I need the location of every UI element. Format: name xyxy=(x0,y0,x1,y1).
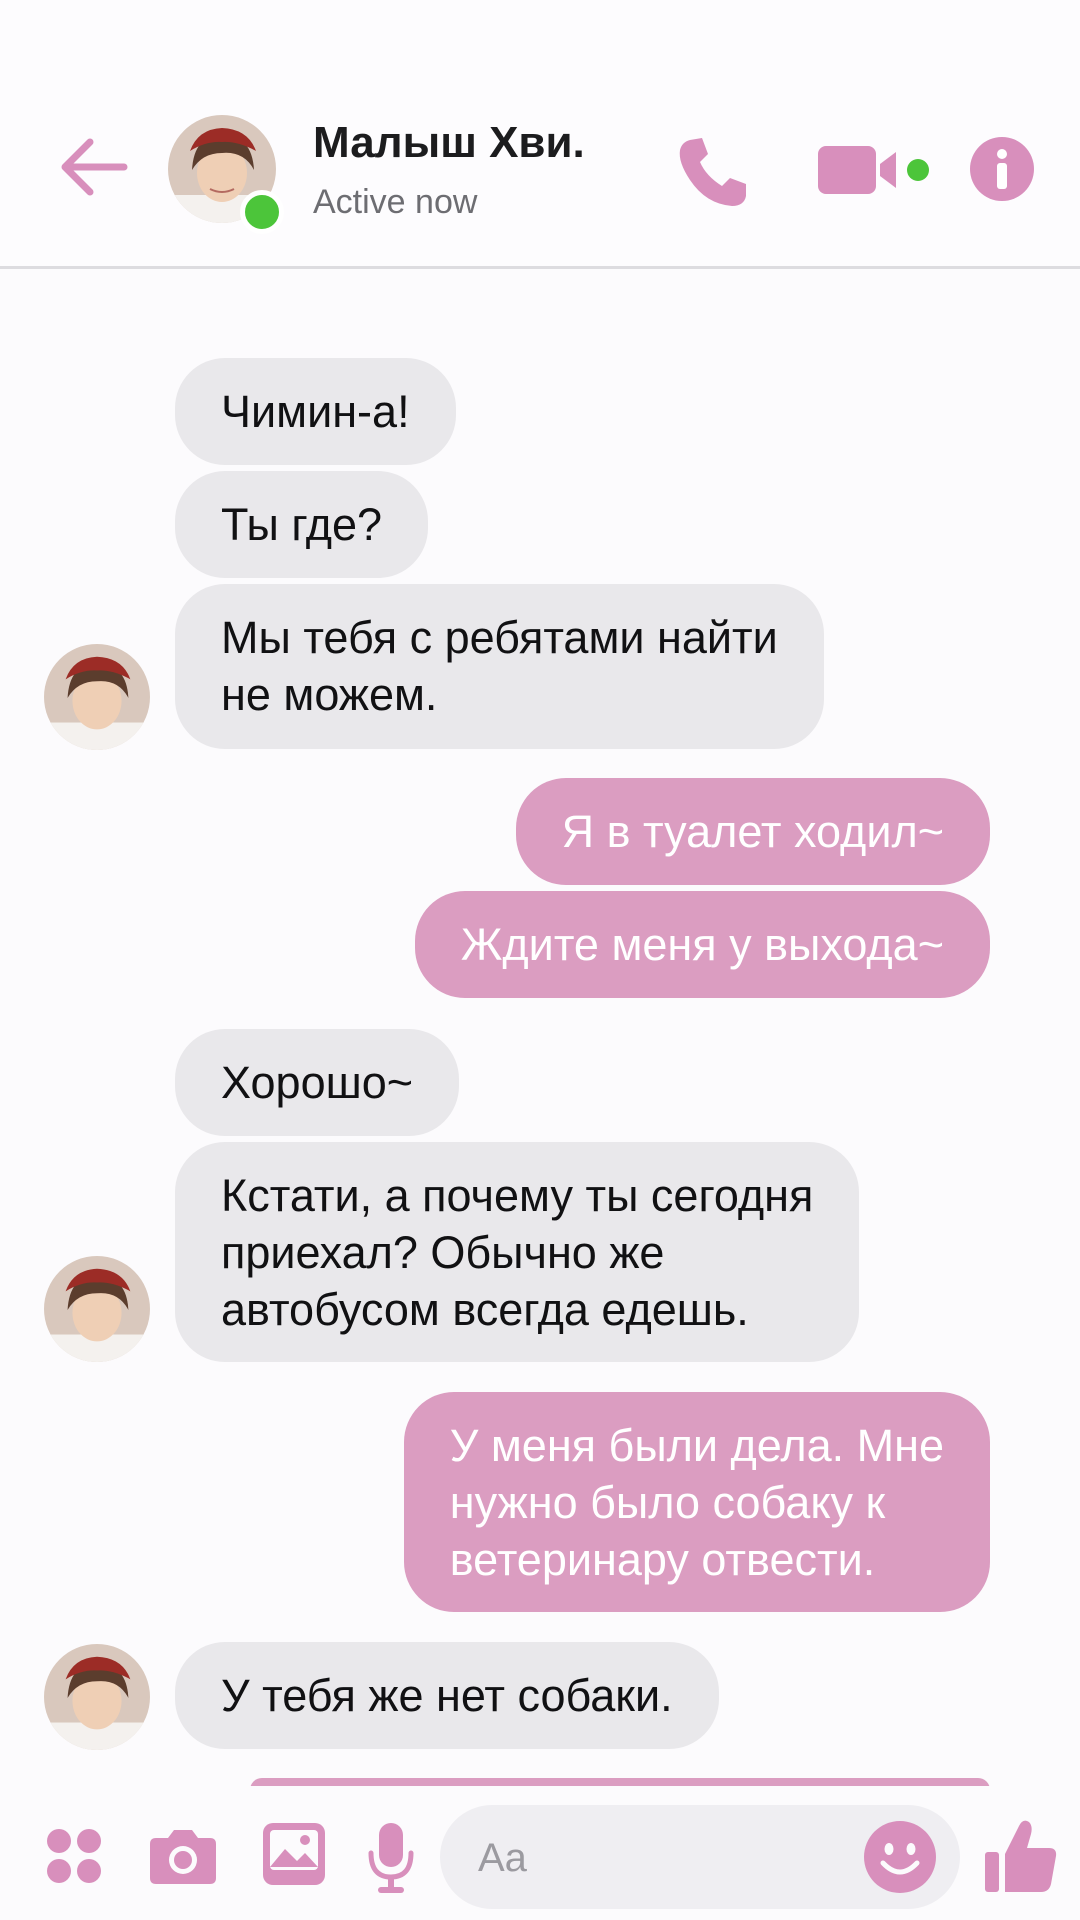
image-icon xyxy=(263,1823,325,1885)
sender-avatar[interactable] xyxy=(44,1256,150,1362)
four-dots-icon xyxy=(47,1829,101,1883)
gallery-button[interactable] xyxy=(263,1823,325,1885)
info-icon xyxy=(970,137,1034,201)
camera-icon xyxy=(150,1830,216,1884)
microphone-icon xyxy=(368,1823,414,1893)
video-camera-icon xyxy=(818,146,929,194)
message-input[interactable] xyxy=(476,1829,860,1887)
emoji-button[interactable] xyxy=(864,1821,936,1893)
info-button[interactable] xyxy=(970,137,1034,201)
smiley-icon xyxy=(864,1821,936,1893)
video-call-button[interactable] xyxy=(818,140,938,200)
back-button[interactable] xyxy=(54,128,132,206)
contact-status: Active now xyxy=(313,183,478,221)
phone-icon xyxy=(679,138,746,206)
call-button[interactable] xyxy=(676,134,752,210)
message-bubble-incoming: Ты где? xyxy=(175,471,429,578)
conversation-header: Малыш Хви. Active now xyxy=(0,0,1080,269)
voice-message-button[interactable] xyxy=(368,1823,414,1893)
message-bubble-incoming: Мы тебя с ребятами найти не можем. xyxy=(175,584,824,749)
message-bubble-incoming: Хорошо~ xyxy=(175,1029,459,1136)
arrow-left-icon xyxy=(61,138,128,196)
thumbs-up-icon xyxy=(985,1820,1057,1892)
sender-avatar[interactable] xyxy=(44,1644,150,1750)
more-actions-button[interactable] xyxy=(46,1828,102,1884)
message-bubble-outgoing: Я в туалет ходил~ xyxy=(515,778,990,885)
message-bubble-incoming: Чимин-а! xyxy=(175,358,456,465)
sender-avatar[interactable] xyxy=(44,644,150,750)
chat-screen: Малыш Хви. Active now Чимин-а! Ты где? М… xyxy=(0,0,1080,1920)
camera-button[interactable] xyxy=(150,1826,216,1884)
contact-name[interactable]: Малыш Хви. xyxy=(313,118,585,168)
message-bubble-incoming: У тебя же нет собаки. xyxy=(175,1642,719,1749)
message-bubble-incoming: Кстати, а почему ты сегодня приехал? Обы… xyxy=(175,1142,860,1362)
message-bubble-outgoing: У меня были дела. Мне нужно было собаку … xyxy=(403,1392,990,1612)
message-input-container xyxy=(440,1805,960,1909)
online-indicator xyxy=(240,190,284,234)
message-bubble-outgoing: Ждите меня у выхода~ xyxy=(414,891,990,998)
like-button[interactable] xyxy=(985,1818,1057,1894)
